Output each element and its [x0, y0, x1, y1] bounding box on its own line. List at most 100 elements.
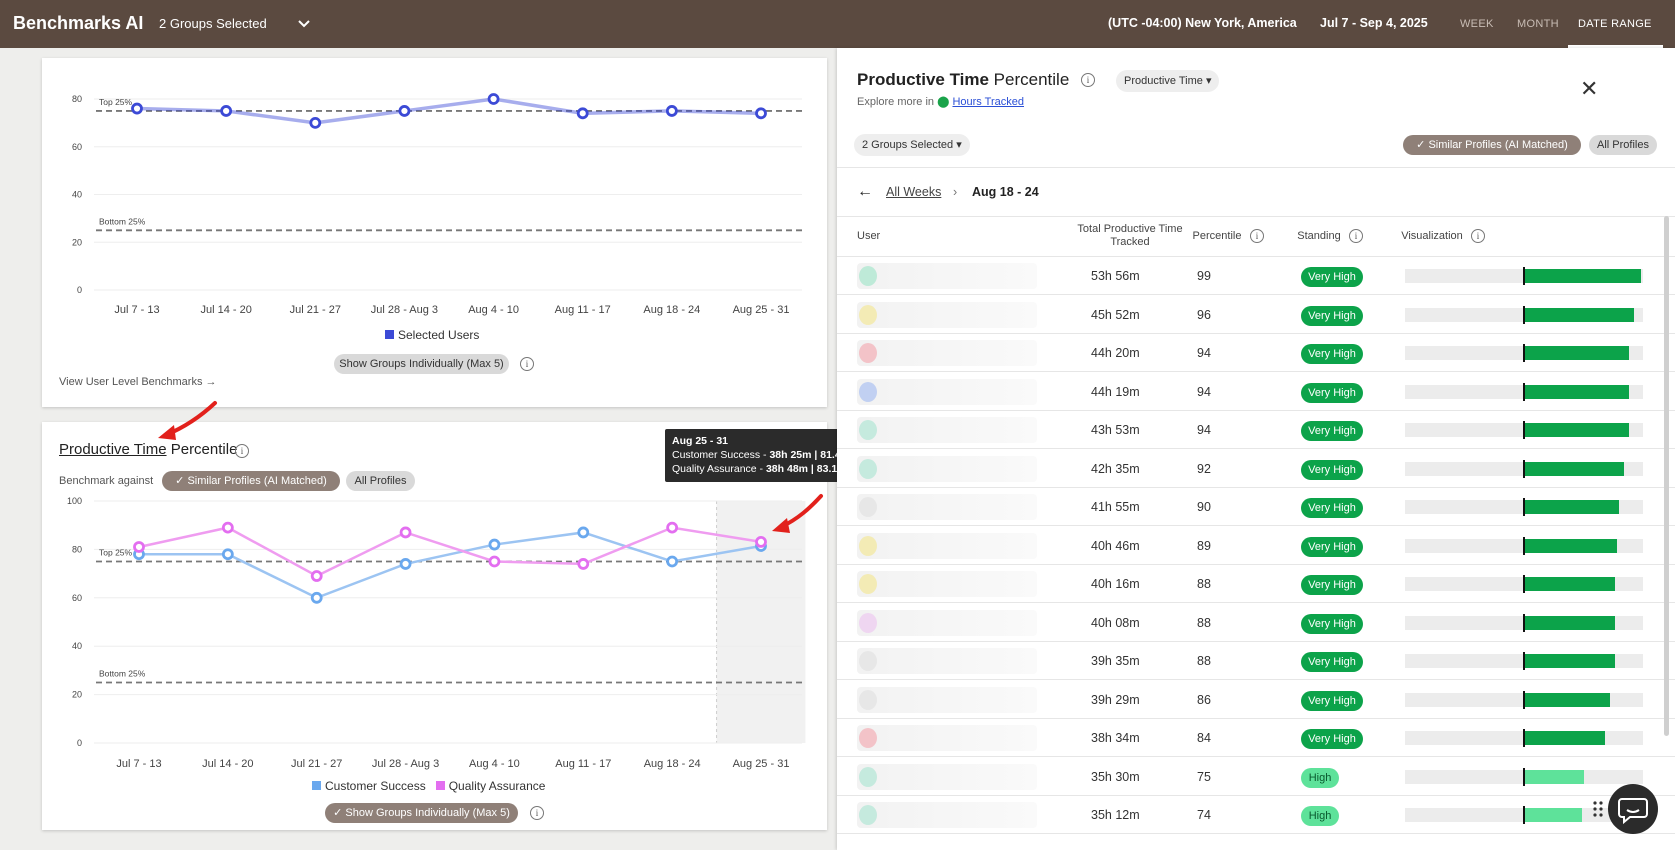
table-row[interactable]: 45h 52m 96 Very High	[837, 296, 1675, 334]
data-point	[665, 105, 678, 117]
data-point	[309, 116, 322, 129]
metric-dropdown[interactable]: Productive Time ▾	[1116, 70, 1220, 92]
standing-badge: Very High	[1301, 498, 1363, 518]
visualization-bar	[1525, 769, 1584, 784]
visualization-bar	[1525, 423, 1629, 437]
panel-all-profiles-button[interactable]: All Profiles	[1589, 135, 1657, 155]
tooltip-line: Customer Success - 38h 25m | 81.4	[672, 448, 848, 462]
table-row[interactable]: 40h 16m 88 Very High	[837, 565, 1675, 603]
user-name-redacted	[857, 725, 1037, 751]
panel-similar-profiles-button[interactable]: ✓ Similar Profiles (AI Matched)	[1403, 135, 1581, 155]
standing-badge: High	[1301, 806, 1339, 826]
info-icon[interactable]: i	[530, 806, 544, 820]
info-icon[interactable]: i	[1081, 73, 1095, 87]
user-name-redacted	[857, 494, 1037, 520]
show-groups-button[interactable]: ✓ Show Groups Individually (Max 5)	[325, 803, 518, 823]
chart-tooltip: Aug 25 - 31 Customer Success - 38h 25m |…	[665, 429, 855, 482]
tab-week[interactable]: WEEK	[1460, 18, 1494, 30]
visualization-bar	[1525, 692, 1610, 707]
table-row[interactable]: 44h 19m 94 Very High	[837, 373, 1675, 411]
breadcrumb-current: Aug 18 - 24	[972, 185, 1039, 199]
table-row[interactable]: 42h 35m 92 Very High	[837, 450, 1675, 488]
y-tick-label: 0	[77, 738, 82, 748]
table-row[interactable]: 53h 56m 99 Very High	[837, 257, 1675, 295]
standing-badge: Very High	[1301, 536, 1363, 557]
standing-badge: Very High	[1301, 421, 1363, 441]
avatar	[859, 343, 877, 363]
user-name-redacted	[857, 571, 1037, 597]
chevron-down-icon[interactable]	[297, 17, 311, 31]
table-row[interactable]: 40h 08m 88 Very High	[837, 604, 1675, 642]
tab-month[interactable]: MONTH	[1517, 18, 1559, 30]
x-tick-label: Jul 14 - 20	[200, 304, 251, 316]
visualization-midline	[1523, 459, 1525, 478]
scrollbar[interactable]	[1664, 216, 1669, 736]
table-row[interactable]: 35h 30m 75 High	[837, 758, 1675, 796]
visualization-bar	[1525, 615, 1615, 630]
data-point	[755, 107, 767, 120]
table-row[interactable]: 39h 29m 86 Very High	[837, 681, 1675, 719]
table-row[interactable]: 35h 12m 74 High	[837, 796, 1675, 834]
explore-prefix: Explore more in	[857, 96, 938, 108]
legend-swatch	[435, 781, 445, 790]
y-tick-label: 60	[72, 142, 82, 152]
total-time-cell: 40h 46m	[1091, 538, 1140, 553]
table-row[interactable]: 44h 20m 94 Very High	[837, 334, 1675, 372]
percentile-cell: 89	[1197, 538, 1211, 553]
user-name-redacted	[857, 609, 1037, 636]
date-range-label[interactable]: Jul 7 - Sep 4, 2025	[1320, 16, 1428, 30]
x-tick-label: Jul 7 - 13	[116, 758, 161, 770]
close-icon[interactable]: ✕	[1580, 76, 1598, 102]
total-time-cell: 43h 53m	[1091, 423, 1140, 437]
percentile-cell: 74	[1197, 808, 1211, 822]
user-name-redacted	[857, 340, 1037, 366]
user-name-redacted	[857, 301, 1037, 328]
total-time-cell: 44h 19m	[1091, 384, 1140, 399]
percentile-cell: 92	[1197, 461, 1211, 476]
chart-legend: Customer Success Quality Assurance	[312, 779, 545, 793]
show-groups-button[interactable]: Show Groups Individually (Max 5)	[334, 354, 509, 374]
info-icon[interactable]: i	[1349, 229, 1363, 243]
data-point	[755, 535, 767, 548]
percentile-cell: 75	[1197, 769, 1211, 784]
table-row[interactable]: 38h 34m 84 Very High	[837, 719, 1675, 757]
table-row[interactable]: 41h 55m 90 Very High	[837, 488, 1675, 526]
x-tick-label: Aug 18 - 24	[644, 758, 701, 770]
info-icon[interactable]: i	[1471, 229, 1485, 243]
breadcrumb-all-weeks[interactable]: All Weeks	[886, 185, 941, 199]
visualization-midline	[1523, 652, 1525, 670]
tooltip-title: Aug 25 - 31	[672, 435, 729, 447]
drag-handle-icon[interactable]	[1592, 800, 1604, 818]
table-row[interactable]: 40h 46m 89 Very High	[837, 527, 1675, 565]
standing-badge: Very High	[1301, 344, 1363, 364]
visualization-midline	[1523, 344, 1525, 362]
tooltip-value: 38h 48m | 83.1	[765, 463, 838, 475]
groups-selector[interactable]: 2 Groups Selected	[159, 16, 267, 31]
avatar	[859, 304, 877, 325]
app-brand: Benchmarks AI	[13, 13, 144, 33]
view-user-level-link[interactable]: View User Level Benchmarks →	[59, 376, 217, 388]
info-icon[interactable]: i	[520, 357, 534, 371]
avatar	[859, 535, 877, 556]
column-header-total-time: Total Productive Time Tracked	[1077, 223, 1183, 248]
tooltip-value: 38h 25m | 81.4	[769, 449, 841, 461]
total-time-cell: 41h 55m	[1091, 500, 1140, 514]
panel-groups-dropdown[interactable]: 2 Groups Selected ▾	[854, 134, 970, 156]
legend-swatch	[385, 330, 394, 339]
visualization-midline	[1523, 421, 1525, 439]
hours-tracked-link[interactable]: Hours Tracked	[952, 96, 1024, 108]
table-row[interactable]: 43h 53m 94 Very High	[837, 411, 1675, 449]
x-tick-label: Jul 28 - Aug 3	[372, 758, 439, 770]
caret-down-icon: ▾	[1205, 75, 1212, 87]
chat-button[interactable]	[1608, 784, 1658, 834]
user-name-redacted	[857, 455, 1037, 482]
back-arrow-icon[interactable]: ←	[857, 183, 873, 201]
standing-badge: Very High	[1301, 729, 1363, 749]
standing-badge: Very High	[1301, 267, 1363, 287]
column-header-user: User	[857, 230, 881, 242]
timezone-label[interactable]: (UTC -04:00) New York, America	[1108, 16, 1297, 30]
info-icon[interactable]: i	[1250, 229, 1264, 243]
table-row[interactable]: 39h 35m 88 Very High	[837, 642, 1675, 680]
data-point	[399, 526, 412, 539]
tab-date-range[interactable]: DATE RANGE	[1578, 18, 1652, 30]
